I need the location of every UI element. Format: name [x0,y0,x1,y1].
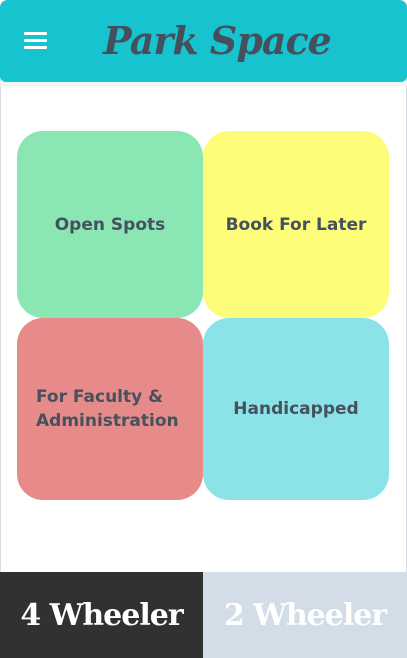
open-spots-label: Open Spots [54,214,166,235]
open-spots-tile[interactable]: Open Spots [17,131,203,318]
handicapped-label: Handicapped [233,399,359,419]
faculty-administration-label: For Faculty & Administration [36,387,179,431]
book-for-later-tile[interactable]: Book For Later [203,131,389,318]
header-divider [0,82,407,86]
tab-four-wheeler-label: 4 Wheeler [20,597,183,633]
faculty-administration-tile[interactable]: For Faculty & Administration [17,318,203,500]
app-title: Park Space [103,18,332,63]
menu-line [24,32,47,35]
menu-line [24,39,47,42]
handicapped-tile[interactable]: Handicapped [203,318,389,500]
book-for-later-label: Book For Later [225,214,367,235]
hamburger-menu-icon[interactable] [24,30,48,50]
tab-two-wheeler[interactable]: 2 Wheeler [203,572,407,658]
menu-line [24,46,47,49]
tab-four-wheeler[interactable]: 4 Wheeler [0,572,203,658]
tab-two-wheeler-label: 2 Wheeler [223,597,387,633]
app-header: Park Space [0,0,407,82]
